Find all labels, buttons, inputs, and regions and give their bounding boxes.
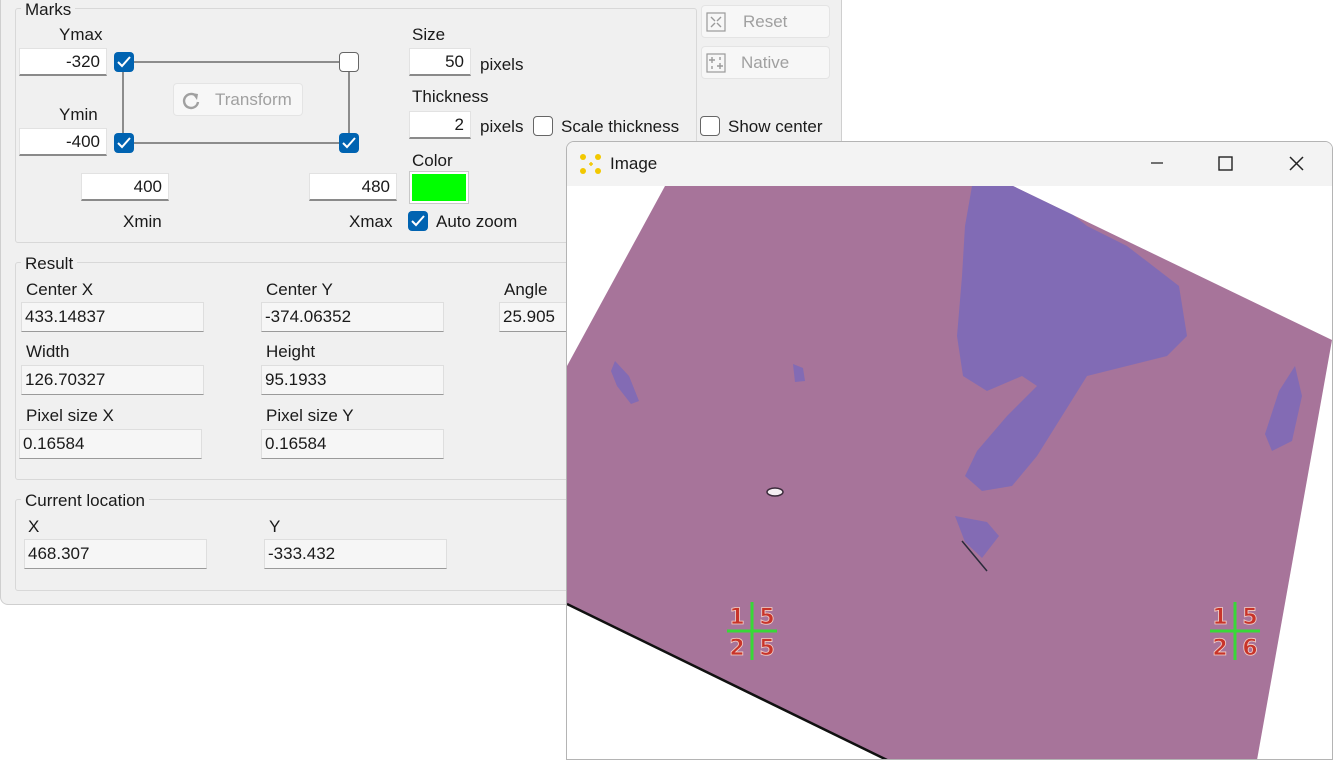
center-x-value: 433.14837 [21, 302, 204, 332]
height-label: Height [266, 342, 316, 361]
pixel-size-y-value: 0.16584 [261, 429, 444, 459]
show-center-checkbox[interactable] [700, 116, 720, 136]
angle-label: Angle [504, 280, 548, 299]
height-value: 95.1933 [261, 365, 444, 395]
xmax-label: Xmax [349, 212, 393, 231]
fit-screen-icon [705, 11, 727, 44]
xmin-input[interactable]: 400 [81, 173, 169, 201]
marker-digit: 1 [1212, 605, 1227, 630]
close-button[interactable] [1261, 142, 1329, 186]
reset-button-label: Reset [743, 12, 788, 31]
maximize-icon [1218, 156, 1233, 171]
native-button[interactable]: Native [701, 46, 830, 79]
scale-thickness-label[interactable]: Scale thickness [561, 117, 679, 137]
image-window-titlebar[interactable]: Image [567, 142, 1332, 186]
auto-zoom-label[interactable]: Auto zoom [436, 212, 517, 232]
show-center-label[interactable]: Show center [728, 117, 823, 137]
width-label: Width [26, 342, 70, 361]
maximize-button[interactable] [1191, 142, 1259, 186]
marker-right: 1 52 6 [1210, 602, 1260, 661]
minimize-button[interactable] [1123, 142, 1191, 186]
location-y-value: -333.432 [264, 539, 447, 569]
check-icon [117, 56, 131, 68]
color-swatch [412, 174, 466, 201]
thickness-unit-label: pixels [480, 117, 524, 136]
ymin-input[interactable]: -400 [19, 128, 107, 156]
transform-button[interactable]: Transform [173, 83, 303, 116]
corner-top-right-checkbox[interactable] [339, 52, 359, 72]
marks-group-title: Marks [21, 0, 76, 20]
marker-digit: 5 [1242, 605, 1257, 630]
center-y-label: Center Y [266, 280, 333, 299]
size-unit-label: pixels [480, 55, 524, 74]
ymin-label: Ymin [59, 105, 98, 124]
marker-digit: 2 [729, 636, 744, 661]
color-label: Color [412, 151, 453, 170]
particle [766, 487, 784, 497]
color-swatch-button[interactable] [409, 171, 469, 204]
ymax-input[interactable]: -320 [19, 48, 107, 76]
marker-digit: 5 [759, 605, 774, 630]
image-window[interactable]: Image 1525 1 5 2 6 [566, 141, 1333, 760]
transform-button-label: Transform [215, 90, 292, 109]
center-y-value: -374.06352 [261, 302, 444, 332]
ymax-label: Ymax [59, 25, 103, 44]
center-x-label: Center X [26, 280, 94, 299]
refresh-icon [180, 90, 202, 123]
close-icon [1289, 156, 1304, 171]
location-y-label: Y [269, 517, 281, 536]
pixel-size-x-value: 0.16584 [19, 429, 202, 459]
substrate-region [567, 186, 1332, 759]
microscope-image: 1 52 5 1 52 6 [567, 186, 1332, 759]
xmin-label: Xmin [123, 212, 162, 231]
corner-bottom-right-checkbox[interactable] [339, 133, 359, 153]
marker-digit: 2 [1212, 636, 1227, 661]
size-input[interactable]: 50 [409, 48, 471, 76]
native-size-icon [705, 52, 727, 85]
native-button-label: Native [741, 53, 790, 72]
check-icon [117, 137, 131, 149]
reset-button[interactable]: Reset [701, 5, 830, 38]
current-location-title: Current location [21, 491, 150, 511]
width-value: 126.70327 [21, 365, 204, 395]
pixel-size-x-label: Pixel size X [26, 406, 114, 425]
thickness-label: Thickness [412, 87, 489, 106]
marker-left: 1 52 5 [727, 602, 777, 661]
corner-bottom-left-checkbox[interactable] [114, 133, 134, 153]
location-x-label: X [28, 517, 40, 536]
image-canvas[interactable]: 1525 1526 [567, 186, 1332, 759]
marker-digit: 6 [1242, 636, 1257, 661]
image-window-title: Image [610, 154, 658, 173]
app-icon [578, 152, 604, 181]
size-label: Size [412, 25, 446, 44]
location-x-value: 468.307 [24, 539, 207, 569]
auto-zoom-checkbox[interactable] [408, 211, 428, 231]
result-group-title: Result [21, 254, 78, 274]
minimize-icon [1151, 162, 1163, 164]
corner-top-left-checkbox[interactable] [114, 52, 134, 72]
marker-digit: 1 [729, 605, 744, 630]
pixel-size-y-label: Pixel size Y [266, 406, 354, 425]
xmax-input[interactable]: 480 [309, 173, 397, 201]
scale-thickness-checkbox[interactable] [533, 116, 553, 136]
check-icon [411, 215, 425, 227]
marker-digit: 5 [759, 636, 774, 661]
check-icon [342, 137, 356, 149]
thickness-input[interactable]: 2 [409, 111, 471, 139]
